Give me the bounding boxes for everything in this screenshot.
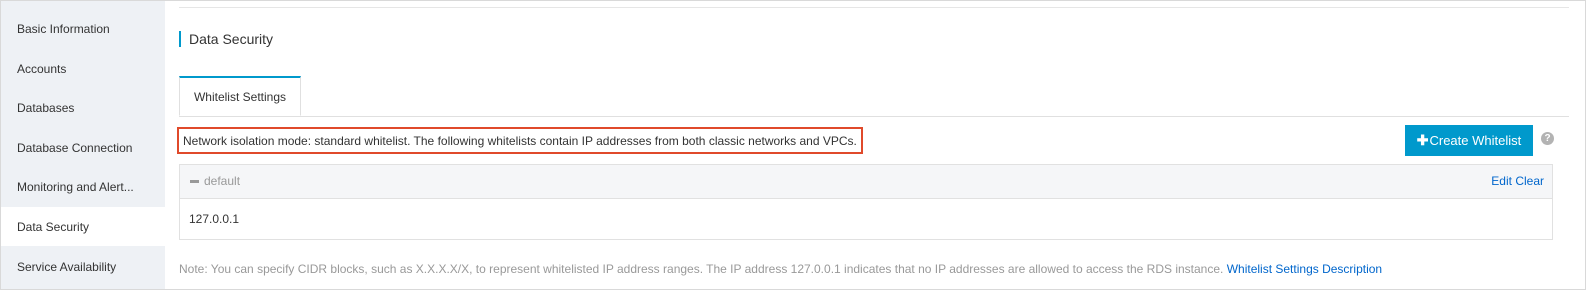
page-title: Data Security: [179, 31, 273, 47]
divider: [179, 7, 1569, 8]
whitelist-group-header: default Edit Clear: [180, 165, 1552, 199]
sidebar-nav: Basic Information Accounts Databases Dat…: [1, 1, 165, 289]
whitelist-actions: Edit Clear: [1491, 174, 1544, 188]
whitelist-group-table: default Edit Clear 127.0.0.1: [179, 164, 1553, 240]
sidebar-item-accounts[interactable]: Accounts: [1, 49, 165, 88]
collapse-icon[interactable]: [190, 180, 199, 183]
sidebar-item-label: Monitoring and Alert...: [17, 179, 134, 194]
sidebar-item-data-security[interactable]: Data Security: [1, 207, 165, 246]
create-whitelist-label: Create Whitelist: [1429, 133, 1522, 148]
plus-icon: ✚: [1416, 132, 1429, 148]
edit-link[interactable]: Edit: [1491, 174, 1512, 188]
whitelist-settings-description-link[interactable]: Whitelist Settings Description: [1227, 262, 1382, 276]
main-content: Data Security Whitelist Settings Network…: [165, 1, 1585, 289]
sidebar-item-label: Basic Information: [17, 21, 110, 36]
network-isolation-notice: Network isolation mode: standard whiteli…: [177, 127, 863, 154]
notice-text: Network isolation mode: standard whiteli…: [183, 133, 857, 148]
sidebar-item-basic-information[interactable]: Basic Information: [1, 9, 165, 48]
whitelist-ip-list: 127.0.0.1: [189, 212, 240, 226]
tab-label: Whitelist Settings: [193, 89, 287, 104]
whitelist-note: Note: You can specify CIDR blocks, such …: [179, 262, 1382, 276]
sidebar-item-label: Data Security: [17, 219, 90, 234]
sidebar-item-monitoring-and-alerts[interactable]: Monitoring and Alert...: [1, 167, 165, 206]
clear-link[interactable]: Clear: [1515, 174, 1544, 188]
console-frame: Basic Information Accounts Databases Dat…: [0, 0, 1586, 290]
sidebar-item-label: Databases: [17, 100, 75, 115]
help-icon[interactable]: ?: [1541, 132, 1554, 145]
sidebar-item-service-availability[interactable]: Service Availability: [1, 247, 165, 286]
whitelist-group-name: default: [204, 174, 241, 188]
sidebar-item-label: Accounts: [17, 61, 67, 76]
tab-whitelist-settings[interactable]: Whitelist Settings: [179, 76, 301, 116]
sidebar-item-label: Database Connection: [17, 140, 133, 155]
sidebar-item-label: Service Availability: [17, 259, 117, 274]
tab-bar: Whitelist Settings: [179, 76, 1569, 117]
create-whitelist-button[interactable]: ✚ Create Whitelist: [1405, 125, 1533, 156]
sidebar-item-databases[interactable]: Databases: [1, 88, 165, 127]
note-text: Note: You can specify CIDR blocks, such …: [179, 262, 1224, 276]
sidebar-item-database-connection[interactable]: Database Connection: [1, 128, 165, 167]
